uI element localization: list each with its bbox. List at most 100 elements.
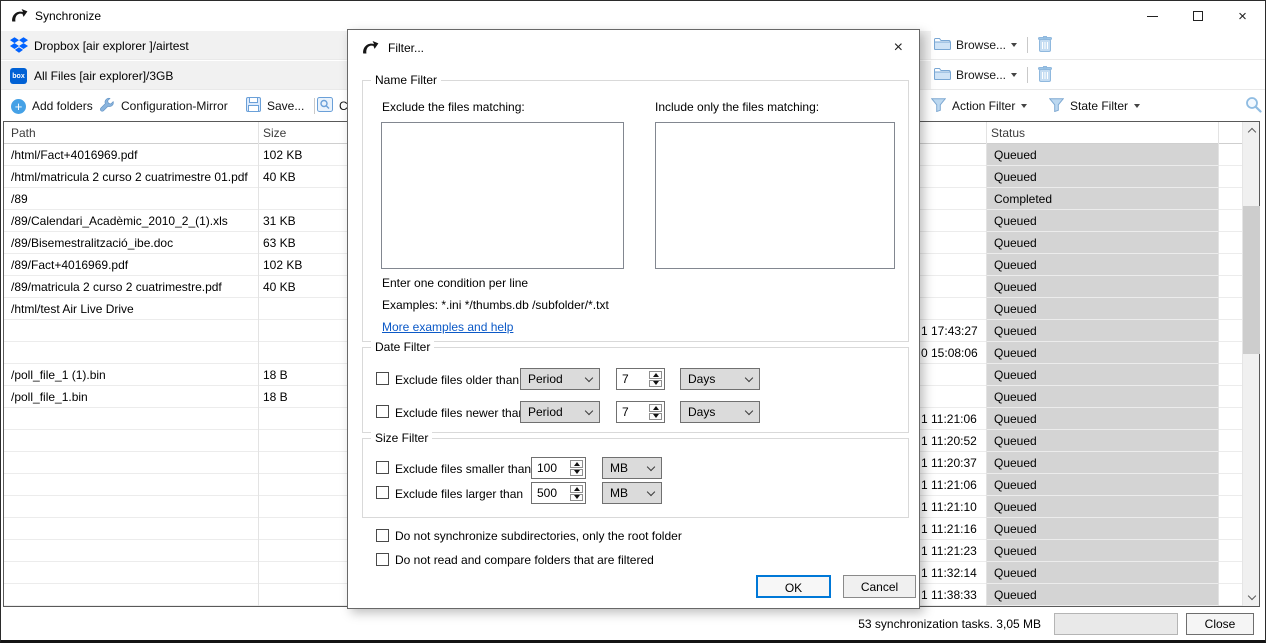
divider [314,98,315,114]
scroll-down-button[interactable] [1243,589,1260,606]
cell-status: Queued [987,540,1218,561]
synchronize-window: Synchronize × Dropbox [air explorer ]/ai… [0,0,1266,643]
ok-button[interactable]: OK [756,575,831,598]
spin-up-button[interactable] [649,404,662,412]
newer-mode-select[interactable]: Period [520,401,600,423]
cell-date: 1 11:21:06 [921,412,984,426]
cell-status: Queued [987,254,1218,275]
smaller-value-spinner[interactable]: 100 [531,457,586,479]
filter-dialog: Filter... × Name Filter Exclude the file… [347,29,920,609]
spin-down-button[interactable] [649,380,662,388]
dialog-title-bar: Filter... × [348,30,919,66]
state-filter-label: State Filter [1070,99,1128,113]
spin-up-button[interactable] [649,371,662,379]
chevron-down-icon [585,406,593,414]
configuration-mirror-button[interactable]: Configuration-Mirror [99,91,228,121]
cell-size: 40 KB [263,170,296,184]
close-button[interactable]: Close [1186,613,1254,635]
maximize-icon [1193,11,1203,21]
column-header-status[interactable]: Status [991,126,1025,140]
older-unit-value: Days [688,372,715,386]
browse-label: Browse... [956,38,1006,52]
spin-up-button[interactable] [570,460,583,468]
action-filter-button[interactable]: Action Filter [931,91,1027,121]
date-filter-legend: Date Filter [371,340,434,354]
spin-up-button[interactable] [570,485,583,493]
exclude-patterns-input[interactable] [381,122,624,269]
add-folders-button[interactable]: + Add folders [11,91,93,121]
condition-hint: Enter one condition per line [382,276,528,290]
spin-down-button[interactable] [570,494,583,502]
spin-down-button[interactable] [649,413,662,421]
title-bar: Synchronize × [1,1,1265,31]
newer-unit-select[interactable]: Days [680,401,760,423]
delete-account-button[interactable] [1038,66,1052,85]
no-subdirectories-checkbox[interactable] [376,529,389,542]
app-sync-icon [11,8,28,27]
cancel-button[interactable]: Cancel [843,575,916,598]
older-mode-select[interactable]: Period [520,368,600,390]
dialog-title: Filter... [388,41,424,55]
smaller-value: 100 [537,461,557,475]
maximize-button[interactable] [1175,1,1220,31]
cell-status: Completed [987,188,1218,209]
newer-value: 7 [622,405,629,419]
exclude-larger-checkbox[interactable] [376,486,389,499]
exclude-smaller-label: Exclude files smaller than [395,462,531,476]
more-examples-link[interactable]: More examples and help [382,320,513,334]
column-header-size[interactable]: Size [263,126,286,140]
exclude-larger-label: Exclude files larger than [395,487,523,501]
include-patterns-input[interactable] [655,122,895,269]
state-filter-button[interactable]: State Filter [1049,91,1140,121]
browse-button[interactable]: Browse... [934,67,1017,84]
date-filter-group: Date Filter Exclude files older than Per… [362,347,909,433]
cell-size: 40 KB [263,280,296,294]
newer-value-spinner[interactable]: 7 [616,401,665,423]
delete-account-button[interactable] [1038,36,1052,55]
close-window-button[interactable]: × [1220,1,1265,31]
vertical-scrollbar[interactable] [1242,122,1259,606]
larger-unit-select[interactable]: MB [602,482,662,504]
column-header-path[interactable]: Path [11,126,36,140]
progress-bar [1054,613,1178,635]
no-read-filtered-checkbox[interactable] [376,553,389,566]
save-button[interactable]: Save... [246,91,304,121]
chevron-down-icon [745,406,753,414]
larger-value-spinner[interactable]: 500 [531,482,586,504]
exclude-older-checkbox[interactable] [376,372,389,385]
older-value-spinner[interactable]: 7 [616,368,665,390]
status-bar: 53 synchronization tasks. 3,05 MB Close [1,607,1265,641]
cell-path: /89/matricula 2 curso 2 cuatrimestre.pdf [11,280,222,294]
exclude-newer-checkbox[interactable] [376,405,389,418]
compare-icon [317,97,333,115]
exclude-smaller-checkbox[interactable] [376,461,389,474]
funnel-icon [1049,98,1064,115]
cell-date: 1 11:21:23 [921,544,984,558]
smaller-unit-select[interactable]: MB [602,457,662,479]
exclude-matching-label: Exclude the files matching: [382,100,525,114]
scrollbar-thumb[interactable] [1243,206,1260,354]
name-filter-group: Name Filter Exclude the files matching: … [362,80,909,342]
cell-status: Queued [987,408,1218,429]
cell-status: Queued [987,562,1218,583]
older-unit-select[interactable]: Days [680,368,760,390]
chevron-up-icon [1247,128,1255,136]
larger-unit-value: MB [610,486,628,500]
cell-status: Queued [987,364,1218,385]
minimize-button[interactable] [1130,1,1175,31]
cell-path: /html/matricula 2 curso 2 cuatrimestre 0… [11,170,248,184]
cell-path: /89/Bisemestralització_ibe.doc [11,236,173,250]
cell-size: 63 KB [263,236,296,250]
search-button[interactable] [1245,91,1262,121]
spin-down-button[interactable] [570,469,583,477]
close-icon: × [1238,9,1247,24]
smaller-unit-value: MB [610,461,628,475]
cell-status: Queued [987,496,1218,517]
dialog-close-button[interactable]: × [890,38,907,58]
browse-button[interactable]: Browse... [934,37,1017,54]
chevron-down-icon [1011,43,1017,47]
chevron-down-icon [1247,592,1255,600]
cell-status: Queued [987,320,1218,341]
scroll-up-button[interactable] [1243,122,1260,139]
browse-label: Browse... [956,68,1006,82]
